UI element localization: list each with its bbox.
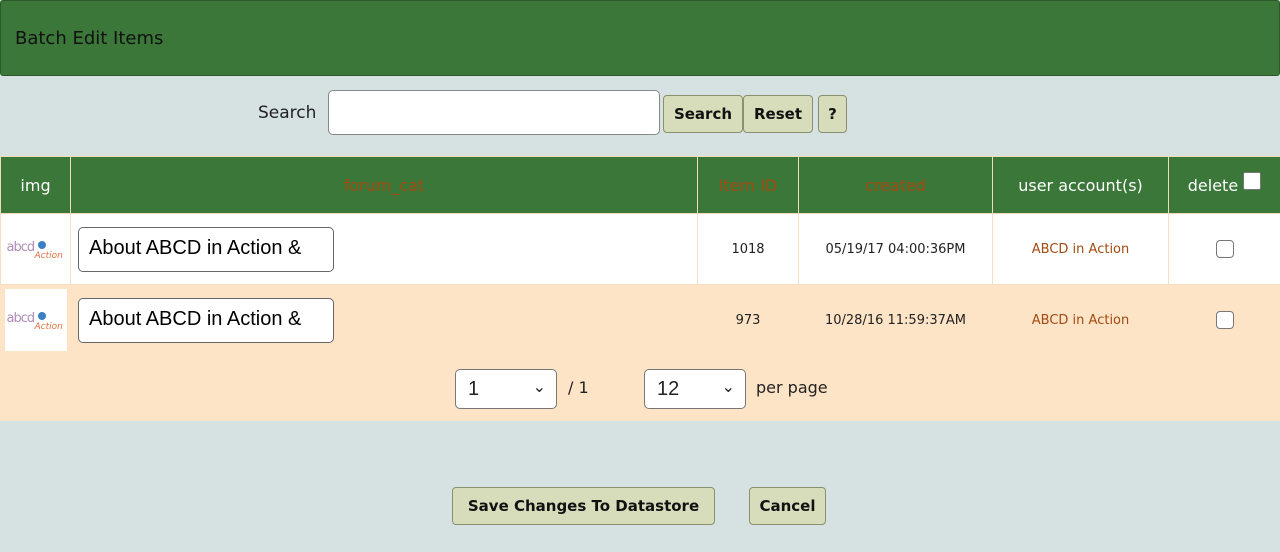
page-total: / 1 [568,378,589,397]
search-label: Search [258,103,317,123]
pagination-row: 1 ⌄ / 1 12 ⌄ per page [0,355,1280,421]
search-bar: Search Search Reset ? [0,90,1280,136]
per-page-label: per page [756,378,828,397]
created-date: 10/28/16 11:59:37AM [798,284,993,356]
table-row: abcd Action About ABCD in Action & 1018 0… [0,213,1280,285]
forum-cat-field[interactable]: About ABCD in Action & [78,297,334,343]
cancel-button[interactable]: Cancel [749,487,826,525]
delete-checkbox[interactable] [1215,240,1234,258]
header-bar: Batch Edit Items [0,0,1280,76]
forum-cat-field[interactable]: About ABCD in Action & [78,226,334,272]
search-button[interactable]: Search [663,95,743,133]
item-thumbnail: abcd Action [0,213,71,285]
reset-button[interactable]: Reset [743,95,813,133]
user-account[interactable]: ABCD in Action [992,284,1169,356]
user-account[interactable]: ABCD in Action [992,213,1169,285]
chevron-down-icon: ⌄ [532,379,546,396]
col-img: img [0,156,71,214]
col-created[interactable]: created [798,156,993,214]
item-id: 973 [697,284,799,356]
col-item-id[interactable]: Item ID [697,156,799,214]
page-select[interactable]: 1 ⌄ [455,369,557,409]
table-row: abcd Action About ABCD in Action & 973 10… [0,284,1280,356]
item-thumbnail: abcd Action [0,284,71,356]
col-delete: delete [1168,156,1280,214]
search-input[interactable] [328,90,660,135]
delete-all-checkbox[interactable] [1243,172,1262,190]
help-button[interactable]: ? [818,95,847,133]
page-title: Batch Edit Items [15,28,164,49]
delete-checkbox[interactable] [1215,311,1234,329]
items-table: img forum_cat Item ID created user accou… [0,156,1280,421]
col-forum-cat[interactable]: forum_cat [70,156,698,214]
per-page-select[interactable]: 12 ⌄ [644,369,746,409]
created-date: 05/19/17 04:00:36PM [798,213,993,285]
delete-header-label: delete [1187,175,1239,195]
chevron-down-icon: ⌄ [721,379,735,396]
item-id: 1018 [697,213,799,285]
save-button[interactable]: Save Changes To Datastore [452,487,715,525]
col-user-accounts: user account(s) [992,156,1169,214]
